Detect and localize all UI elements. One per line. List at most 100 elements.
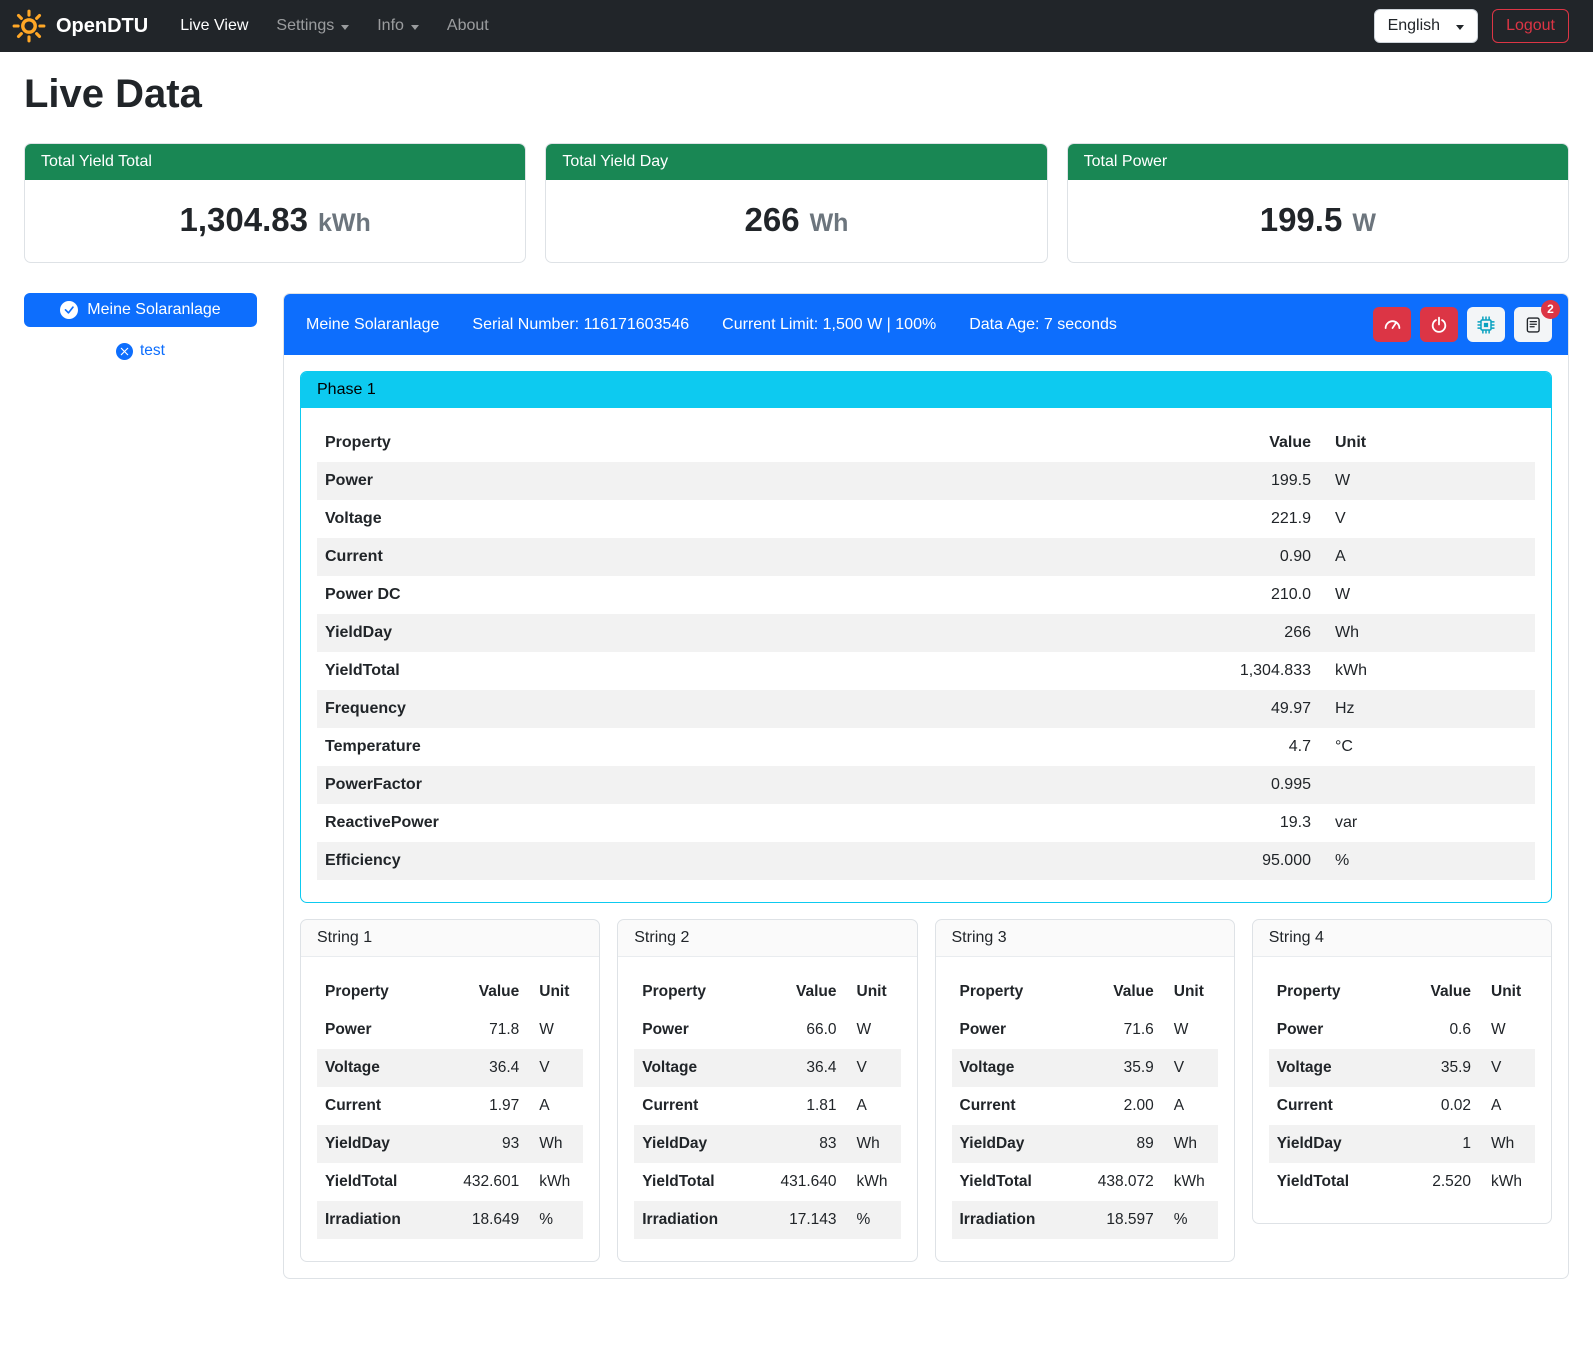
inverter-panel-actions: 2 (1373, 307, 1552, 342)
journal-text-icon (1524, 316, 1542, 334)
row-unit: Wh (527, 1125, 583, 1163)
nav-item-about[interactable]: About (433, 9, 503, 43)
nav-item-info[interactable]: Info (363, 9, 433, 43)
table-row: YieldTotal432.601kWh (317, 1163, 583, 1201)
row-value: 71.8 (435, 1011, 527, 1049)
string-card: String 2PropertyValueUnitPower66.0WVolta… (617, 919, 917, 1262)
navbar: OpenDTU Live ViewSettingsInfoAbout Engli… (0, 0, 1593, 52)
table-row: Irradiation17.143% (634, 1201, 900, 1239)
row-unit: % (527, 1201, 583, 1239)
row-value: 89 (1069, 1125, 1161, 1163)
event-log-button[interactable]: 2 (1514, 307, 1552, 342)
column-header-value: Value (435, 973, 527, 1011)
row-value: 35.9 (1069, 1049, 1161, 1087)
summary-card: Total Yield Total1,304.83kWh (24, 143, 526, 263)
inverter-panel-body: Phase 1 PropertyValueUnitPower199.5WVolt… (284, 355, 1568, 1278)
logout-button[interactable]: Logout (1492, 9, 1569, 43)
row-property: YieldTotal (952, 1163, 1070, 1201)
row-value: 19.3 (916, 804, 1319, 842)
summary-card-body: 266Wh (546, 180, 1046, 262)
row-property: Current (1269, 1087, 1397, 1125)
row-unit: % (1319, 842, 1535, 880)
brand[interactable]: OpenDTU (12, 9, 148, 43)
nav-item-live-view[interactable]: Live View (166, 9, 262, 43)
row-unit: V (527, 1049, 583, 1087)
row-unit: W (1319, 462, 1535, 500)
row-property: YieldDay (317, 1125, 435, 1163)
brand-label: OpenDTU (56, 15, 148, 38)
phase-table-container: PropertyValueUnitPower199.5WVoltage221.9… (301, 408, 1551, 902)
row-value: 221.9 (916, 500, 1319, 538)
row-value: 93 (435, 1125, 527, 1163)
power-settings-button[interactable] (1420, 307, 1458, 342)
row-property: Irradiation (634, 1201, 752, 1239)
inverter-select-button[interactable]: Meine Solaranlage (24, 293, 257, 327)
column-header-value: Value (916, 424, 1319, 462)
table-row: Efficiency95.000% (317, 842, 1535, 880)
table-row: YieldTotal431.640kWh (634, 1163, 900, 1201)
row-property: Power (634, 1011, 752, 1049)
table-row: Voltage35.9V (952, 1049, 1218, 1087)
row-unit: kWh (527, 1163, 583, 1201)
string-card-body: PropertyValueUnitPower71.8WVoltage36.4VC… (301, 957, 599, 1261)
string-card-title: String 2 (618, 920, 916, 957)
string-card-title: String 1 (301, 920, 599, 957)
row-property: Voltage (317, 1049, 435, 1087)
column-header-unit: Unit (527, 973, 583, 1011)
row-value: 431.640 (752, 1163, 844, 1201)
row-unit: A (1479, 1087, 1535, 1125)
row-unit: Wh (1319, 614, 1535, 652)
row-value: 66.0 (752, 1011, 844, 1049)
inverter-data-age: Data Age: 7 seconds (969, 316, 1117, 334)
row-property: YieldTotal (634, 1163, 752, 1201)
language-select-value: English (1388, 17, 1440, 35)
row-unit: W (1162, 1011, 1218, 1049)
row-unit: Hz (1319, 690, 1535, 728)
row-value: 35.9 (1397, 1049, 1479, 1087)
column-header-value: Value (752, 973, 844, 1011)
row-unit: V (1479, 1049, 1535, 1087)
inverter-current-limit: Current Limit: 1,500 W | 100% (722, 316, 936, 334)
table-row: YieldDay266Wh (317, 614, 1535, 652)
device-info-button[interactable] (1467, 307, 1505, 342)
row-property: Efficiency (317, 842, 916, 880)
inverter-item-test[interactable]: test (24, 342, 257, 360)
column-header-value: Value (1069, 973, 1161, 1011)
table-row: Power66.0W (634, 1011, 900, 1049)
summary-card-body: 199.5W (1068, 180, 1568, 262)
row-value: 49.97 (916, 690, 1319, 728)
column-header-property: Property (317, 973, 435, 1011)
table-row: Power71.6W (952, 1011, 1218, 1049)
table-header-row: PropertyValueUnit (1269, 973, 1535, 1011)
row-property: Frequency (317, 690, 916, 728)
summary-card-value: 266 (745, 201, 800, 238)
data-table: PropertyValueUnitPower71.6WVoltage35.9VC… (952, 973, 1218, 1239)
row-property: YieldTotal (1269, 1163, 1397, 1201)
row-property: Current (634, 1087, 752, 1125)
row-unit: W (1319, 576, 1535, 614)
row-value: 1.81 (752, 1087, 844, 1125)
string-card-body: PropertyValueUnitPower71.6WVoltage35.9VC… (936, 957, 1234, 1261)
column-header-property: Property (634, 973, 752, 1011)
event-count-badge: 2 (1541, 300, 1560, 319)
row-value: 1.97 (435, 1087, 527, 1125)
data-table: PropertyValueUnitPower66.0WVoltage36.4VC… (634, 973, 900, 1239)
language-select[interactable]: English (1374, 9, 1478, 43)
row-unit: W (1479, 1011, 1535, 1049)
row-property: Power (1269, 1011, 1397, 1049)
table-row: Power199.5W (317, 462, 1535, 500)
column-header-unit: Unit (1479, 973, 1535, 1011)
summary-card-value: 1,304.83 (180, 201, 308, 238)
data-table: PropertyValueUnitPower0.6WVoltage35.9VCu… (1269, 973, 1535, 1201)
table-row: Voltage221.9V (317, 500, 1535, 538)
table-row: PowerFactor0.995 (317, 766, 1535, 804)
row-property: YieldDay (317, 614, 916, 652)
row-unit: V (845, 1049, 901, 1087)
table-row: Voltage36.4V (634, 1049, 900, 1087)
table-row: Current2.00A (952, 1087, 1218, 1125)
limit-settings-button[interactable] (1373, 307, 1411, 342)
row-property: Current (952, 1087, 1070, 1125)
row-value: 71.6 (1069, 1011, 1161, 1049)
table-row: Current1.81A (634, 1087, 900, 1125)
nav-item-settings[interactable]: Settings (262, 9, 363, 43)
